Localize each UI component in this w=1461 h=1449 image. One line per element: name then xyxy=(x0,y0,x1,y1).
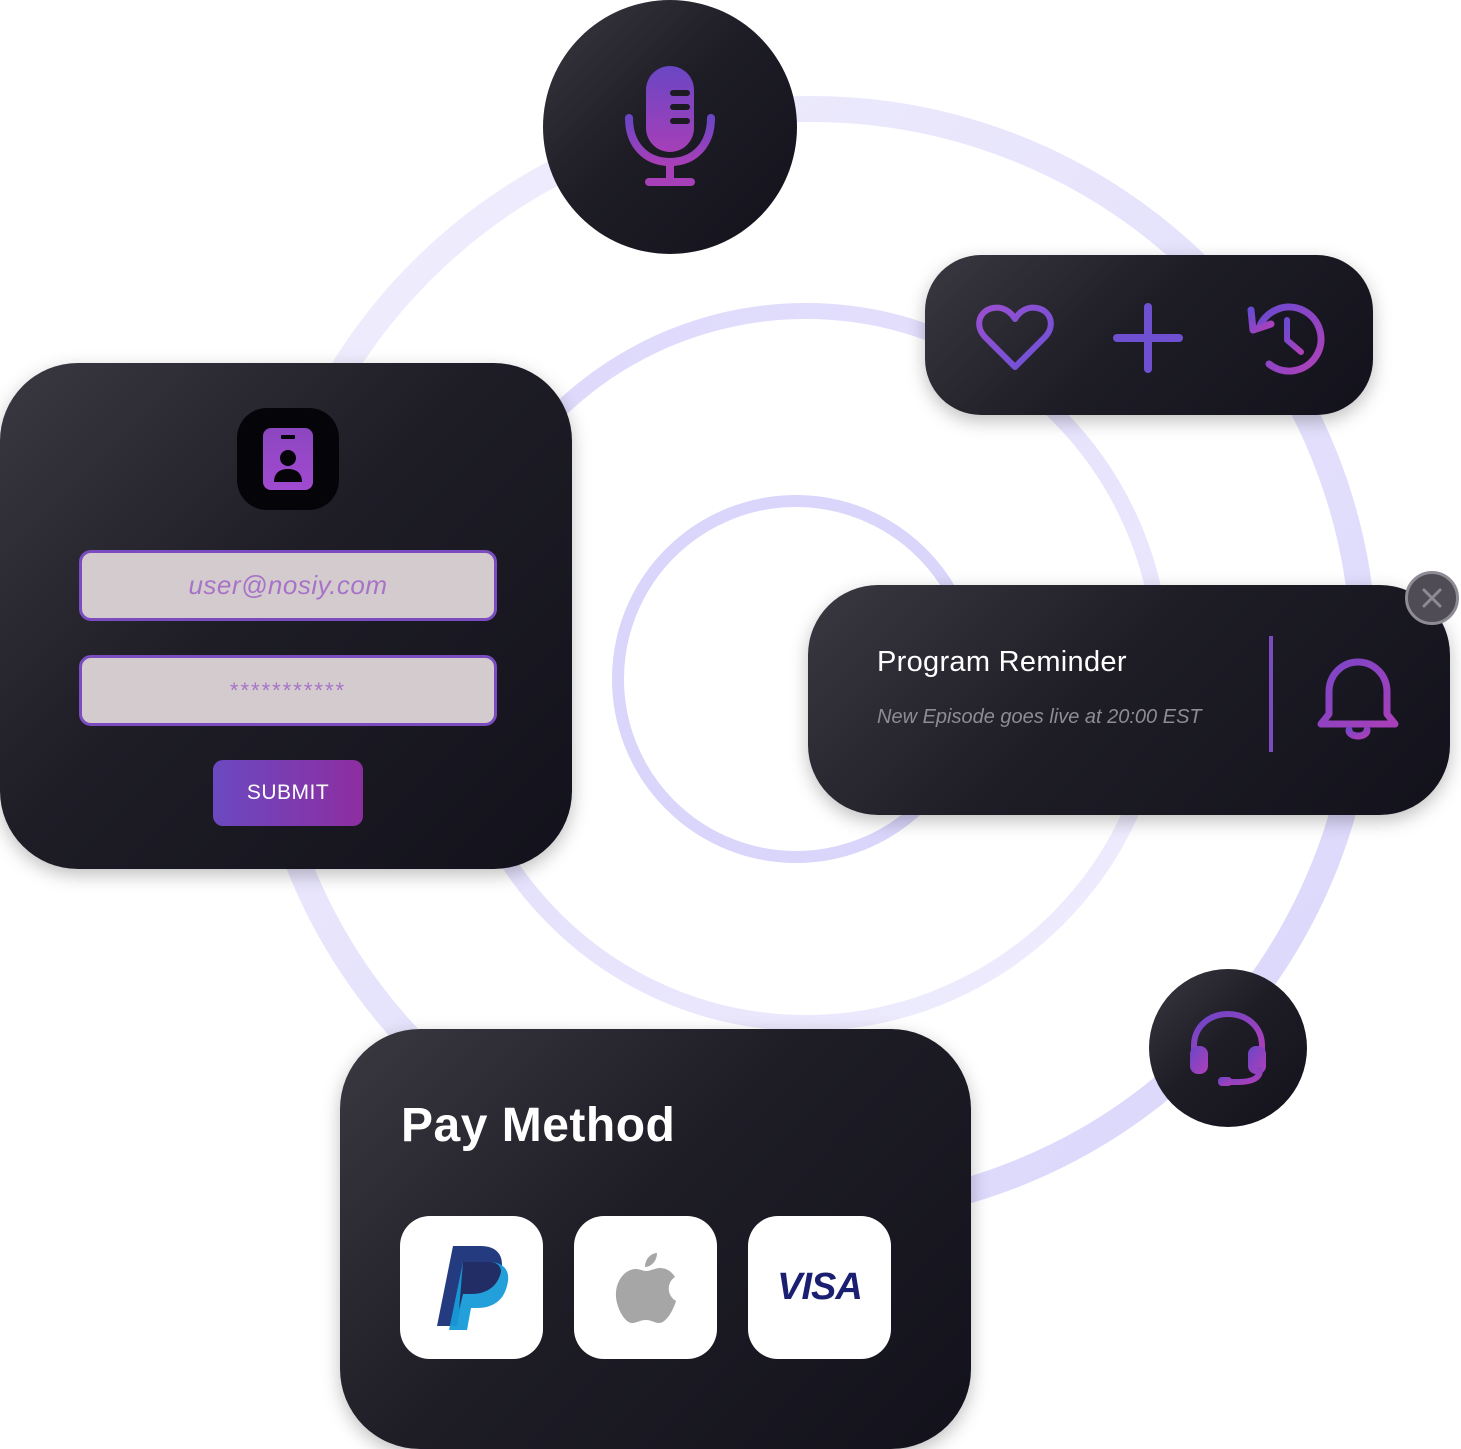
visa-option[interactable]: VISA xyxy=(748,1216,891,1359)
close-icon xyxy=(1422,588,1442,608)
pay-method-title: Pay Method xyxy=(401,1099,676,1152)
reminder-title: Program Reminder xyxy=(877,646,1127,678)
microphone-icon xyxy=(625,66,715,186)
email-field[interactable]: user@nosiy.com xyxy=(79,550,497,621)
apple-pay-option[interactable] xyxy=(574,1216,717,1359)
microphone-button[interactable] xyxy=(543,0,797,254)
favorite-button[interactable] xyxy=(975,300,1055,376)
reminder-divider xyxy=(1269,636,1273,752)
id-badge-icon xyxy=(263,428,313,490)
reminder-bell-button[interactable] xyxy=(1313,650,1403,746)
history-icon xyxy=(1247,303,1325,375)
paypal-logo-icon xyxy=(436,1245,508,1330)
bell-icon xyxy=(1317,650,1399,740)
history-button[interactable] xyxy=(1245,300,1325,376)
reminder-subtitle: New Episode goes live at 20:00 EST xyxy=(877,706,1202,728)
id-badge-tile xyxy=(237,408,339,510)
visa-logo: VISA xyxy=(777,1266,863,1308)
close-reminder-button[interactable] xyxy=(1405,571,1459,625)
support-button[interactable] xyxy=(1149,969,1307,1127)
password-field[interactable]: *********** xyxy=(79,655,497,726)
headset-icon xyxy=(1190,1010,1266,1086)
add-button[interactable] xyxy=(1108,300,1188,376)
paypal-option[interactable] xyxy=(400,1216,543,1359)
submit-button[interactable]: SUBMIT xyxy=(213,760,363,826)
apple-logo-icon xyxy=(615,1252,676,1323)
heart-icon xyxy=(976,304,1054,370)
plus-icon xyxy=(1113,303,1183,373)
